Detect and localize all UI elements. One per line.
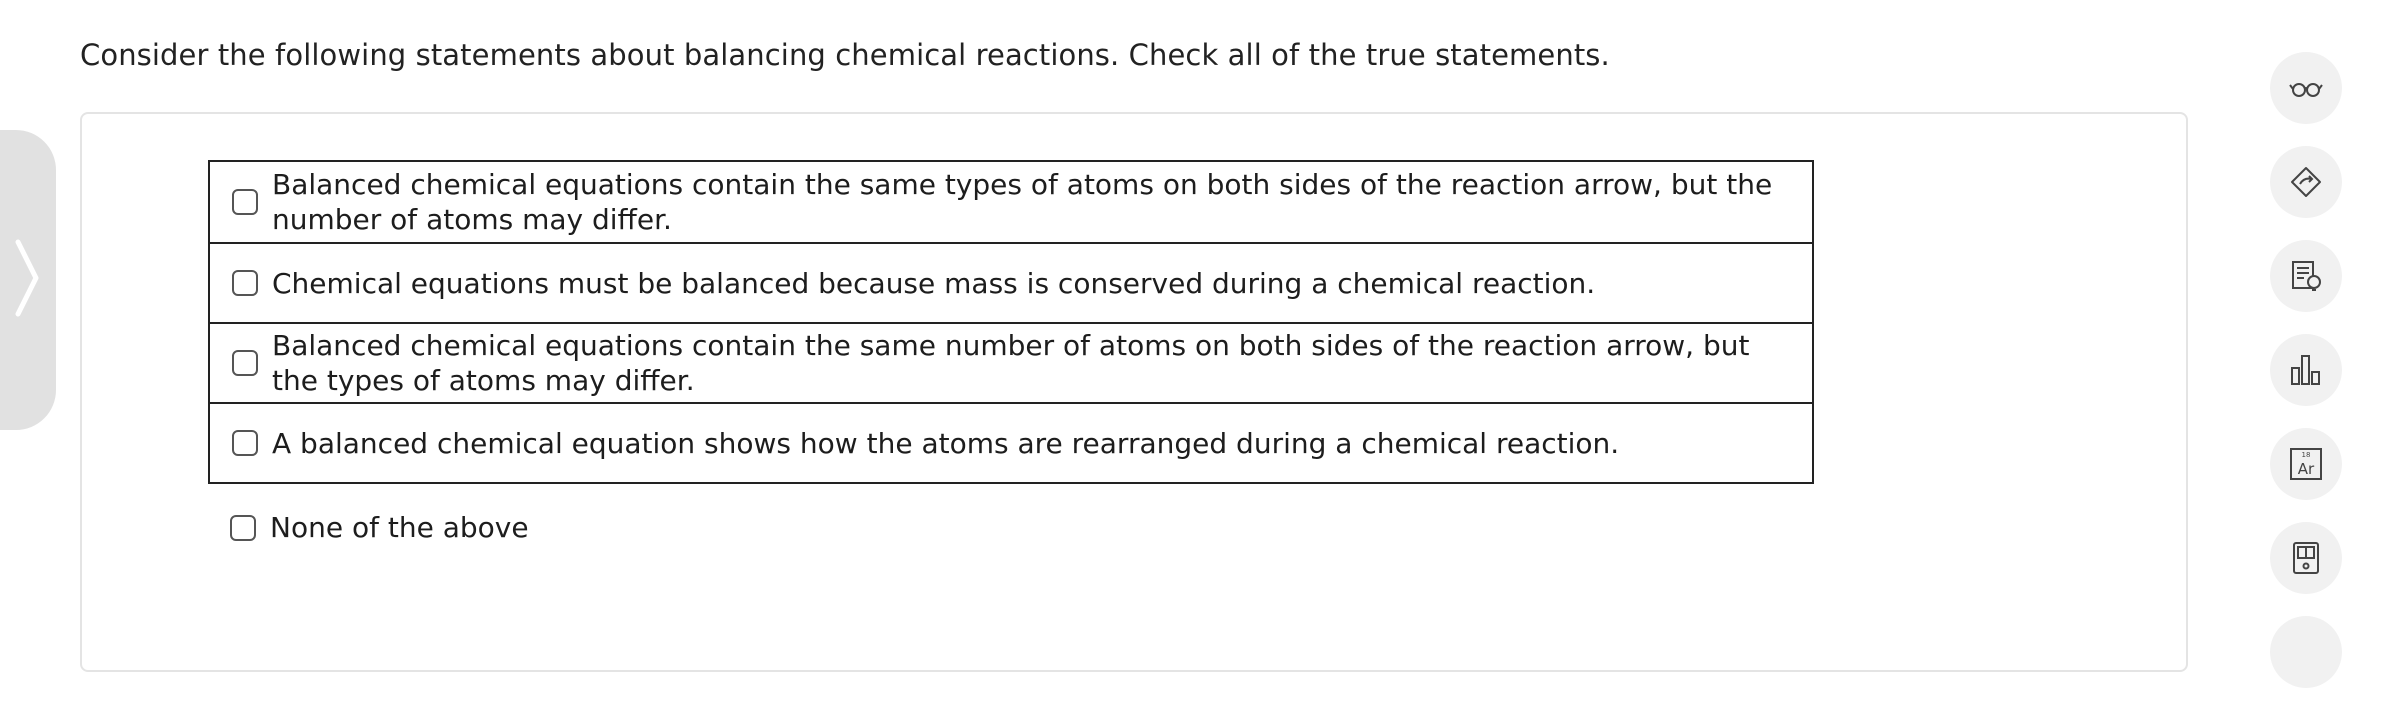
- chevron-right-icon: [15, 239, 39, 317]
- option-row[interactable]: A balanced chemical equation shows how t…: [210, 402, 1812, 482]
- reference-book-icon: [2293, 542, 2319, 574]
- option-row[interactable]: Balanced chemical equations contain the …: [210, 162, 1812, 242]
- options-table: Balanced chemical equations contain the …: [208, 160, 1814, 484]
- element-symbol: Ar: [2298, 460, 2315, 478]
- tag-button[interactable]: [2270, 146, 2342, 218]
- reference-book-button[interactable]: [2270, 522, 2342, 594]
- option-checkbox[interactable]: [232, 270, 258, 296]
- data-chart-button[interactable]: [2270, 334, 2342, 406]
- tag-icon: [2291, 167, 2321, 197]
- option-row[interactable]: Balanced chemical equations contain the …: [210, 322, 1812, 402]
- periodic-element-icon: 18 Ar: [2290, 448, 2322, 480]
- toolbar-more-button[interactable]: [2270, 616, 2342, 688]
- none-of-the-above-option[interactable]: None of the above: [208, 508, 808, 548]
- question-prompt: Consider the following statements about …: [80, 38, 1610, 72]
- option-label: A balanced chemical equation shows how t…: [272, 426, 1620, 460]
- reading-glasses-button[interactable]: [2270, 52, 2342, 124]
- periodic-table-button[interactable]: 18 Ar: [2270, 428, 2342, 500]
- glasses-icon: [2289, 83, 2323, 97]
- notes-button[interactable]: [2270, 240, 2342, 312]
- option-checkbox[interactable]: [232, 350, 258, 376]
- option-label: Balanced chemical equations contain the …: [272, 168, 1773, 236]
- none-checkbox[interactable]: [230, 515, 256, 541]
- tools-toolbar: 18 Ar: [2270, 52, 2348, 710]
- option-label: Balanced chemical equations contain the …: [272, 329, 1750, 397]
- none-label: None of the above: [270, 511, 529, 544]
- option-checkbox[interactable]: [232, 430, 258, 456]
- notes-lightbulb-icon: [2292, 261, 2321, 291]
- option-checkbox[interactable]: [232, 189, 258, 215]
- side-panel-toggle[interactable]: [0, 130, 56, 430]
- option-label: Chemical equations must be balanced beca…: [272, 266, 1596, 300]
- bar-chart-icon: [2291, 355, 2320, 385]
- element-number: 18: [2302, 451, 2311, 459]
- option-row[interactable]: Chemical equations must be balanced beca…: [210, 242, 1812, 322]
